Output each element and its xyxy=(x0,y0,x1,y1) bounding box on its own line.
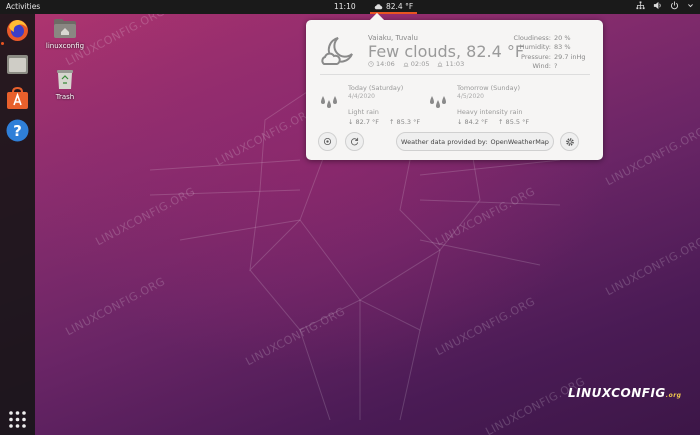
settings-button[interactable] xyxy=(560,132,579,151)
files-icon xyxy=(7,55,28,74)
weather-indicator-temp: 82.4 °F xyxy=(386,2,414,11)
volume-icon xyxy=(653,1,661,10)
brand-logo: LINUXCONFIG.org xyxy=(568,386,681,400)
dock: ? xyxy=(0,14,35,435)
weather-times: 14:06 02:05 11:03 xyxy=(368,60,464,68)
locations-button[interactable] xyxy=(318,132,337,151)
trash-icon xyxy=(57,70,73,89)
clock[interactable]: 11:10 xyxy=(334,2,356,11)
sunset-icon xyxy=(438,61,443,67)
forecast-condition: Light rain xyxy=(348,108,379,116)
forecast-low: ↓ 84.2 °F xyxy=(457,118,489,126)
forecast-day: Tomorrow (Sunday) xyxy=(457,84,520,92)
help-launcher[interactable]: ? xyxy=(5,118,30,143)
sunrise-icon xyxy=(403,62,409,67)
divider xyxy=(320,74,590,75)
weather-details: Cloudiness: 20 % Humidity: 83 % Pressure: 2… xyxy=(508,34,586,71)
help-icon: ? xyxy=(6,119,29,142)
software-launcher[interactable] xyxy=(5,86,30,111)
top-bar: Activities 11:10 82.4 °F xyxy=(0,0,700,14)
desktop-icon-home-folder[interactable]: linuxconfig xyxy=(43,17,87,50)
power-icon xyxy=(671,1,678,10)
desktop-icon-label: linuxconfig xyxy=(45,42,85,50)
firefox-icon xyxy=(7,20,28,41)
provider-button[interactable]: Weather data provided by: OpenWeatherMap xyxy=(396,132,554,151)
updated-time: 14:06 xyxy=(368,60,395,68)
chevron-down-icon xyxy=(688,4,693,8)
rain-icon xyxy=(430,96,446,108)
refresh-icon xyxy=(351,137,359,146)
weather-indicator[interactable]: 82.4 °F xyxy=(370,0,418,14)
gear-icon xyxy=(565,137,574,146)
forecast-high: ↑ 85.3 °F xyxy=(389,118,421,126)
running-indicator xyxy=(1,42,4,45)
forecast-date: 4/5/2020 xyxy=(457,93,484,100)
forecast-condition: Heavy intensity rain xyxy=(457,108,523,116)
location-target-icon xyxy=(323,137,332,146)
detail-row: Pressure: 29.7 inHg xyxy=(521,52,586,61)
home-folder-icon xyxy=(54,19,76,38)
brand-name: LINUXCONFIG xyxy=(568,386,666,400)
network-icon xyxy=(636,1,645,10)
forecast-low: ↓ 82.7 °F xyxy=(348,118,380,126)
app-grid-icon xyxy=(9,411,26,428)
refresh-button[interactable] xyxy=(345,132,364,151)
detail-row: Cloudiness: 20 % xyxy=(513,34,571,42)
forecast-tomorrow: Tomorrow (Sunday) 4/5/2020 Heavy intensi… xyxy=(457,84,529,126)
weather-cloud-icon xyxy=(374,4,383,10)
desktop-icon-trash[interactable]: Trash xyxy=(43,68,87,101)
svg-text:?: ? xyxy=(13,122,22,140)
desktop-icon-label: Trash xyxy=(55,93,75,101)
forecast-date: 4/4/2020 xyxy=(348,93,375,100)
forecast-today: Today (Saturday) 4/4/2020 Light rain ↓ 8… xyxy=(348,84,420,126)
weather-location: Vaiaku, Tuvalu xyxy=(368,34,418,42)
forecast-day: Today (Saturday) xyxy=(348,84,404,92)
provider-name: OpenWeatherMap xyxy=(490,137,549,146)
provider-label: Weather data provided by: xyxy=(401,137,488,146)
sunrise-time: 02:05 xyxy=(403,60,429,68)
weather-summary: Few clouds, 82.4 °F xyxy=(368,42,525,61)
detail-row: Humidity: 83 % xyxy=(519,43,571,52)
weather-popup: Vaiaku, Tuvalu Few clouds, 82.4 °F 14:06… xyxy=(306,20,603,160)
software-store-icon xyxy=(7,86,28,109)
rain-icon xyxy=(321,96,337,108)
forecast-high: ↑ 85.5 °F xyxy=(498,118,530,126)
brand-suffix: .org xyxy=(665,392,682,399)
sunset-time: 11:03 xyxy=(437,60,464,68)
show-applications-button[interactable] xyxy=(5,407,30,432)
firefox-launcher[interactable] xyxy=(5,18,30,43)
activities-button[interactable]: Activities xyxy=(6,2,40,11)
clock-icon xyxy=(368,61,374,67)
files-launcher[interactable] xyxy=(5,52,30,77)
system-menu[interactable] xyxy=(636,1,694,10)
detail-row: Wind:? xyxy=(532,61,558,70)
moon-cloud-icon xyxy=(321,37,353,65)
